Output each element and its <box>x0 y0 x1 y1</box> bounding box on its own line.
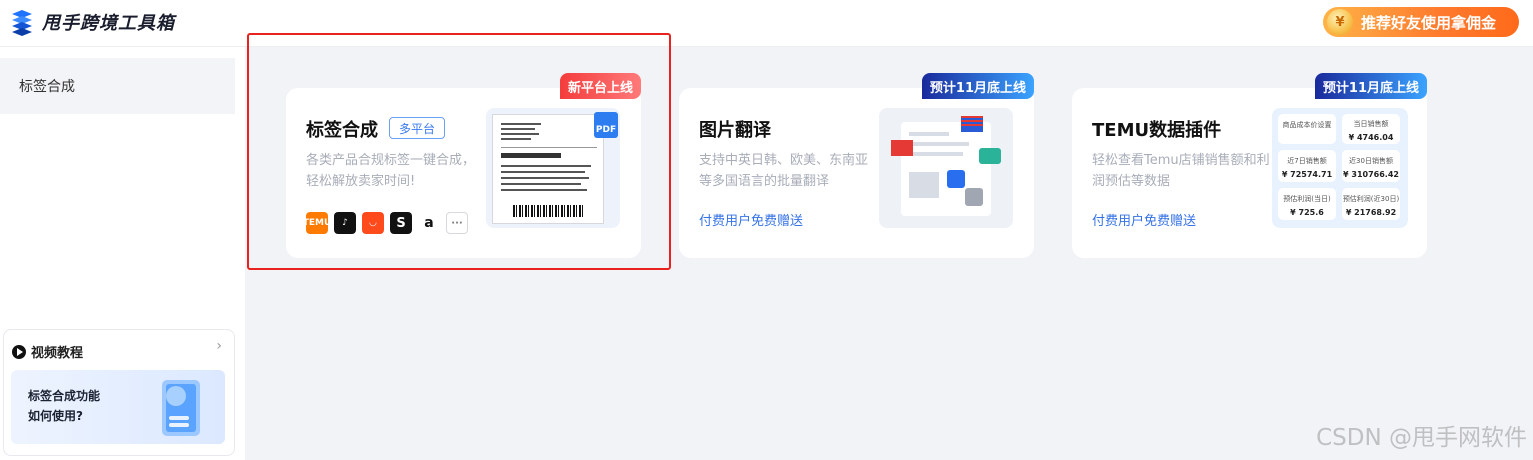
stat-cell: 商品成本价设置 <box>1278 114 1336 144</box>
sidebar-item-label: 标签合成 <box>19 79 75 95</box>
stat-label: 当日销售额 <box>1353 120 1389 128</box>
tablet-illustration-icon <box>162 380 200 436</box>
temu-stats-preview: 商品成本价设置 当日销售额 ¥ 4746.04 近7日销售额 ¥ 72574.7… <box>1272 108 1408 228</box>
tutorial-line-1: 标签合成功能 <box>28 389 101 403</box>
app-logo[interactable]: 甩手跨境工具箱 <box>8 8 175 36</box>
card-title: TEMU数据插件 <box>1092 120 1222 141</box>
stat-label: 商品成本价设置 <box>1282 121 1332 129</box>
stat-cell: 预估利润(当日) ¥ 725.6 <box>1278 188 1336 220</box>
referral-button[interactable]: ¥ 推荐好友使用拿佣金 <box>1323 7 1519 37</box>
card-description: 支持中英日韩、欧美、东南亚等多国语言的批量翻译 <box>699 153 869 189</box>
coming-soon-badge: 预计11月底上线 <box>921 73 1034 99</box>
tutorial-card-text: 标签合成功能 如何使用? <box>28 386 100 426</box>
stat-cell: 近7日销售额 ¥ 72574.71 <box>1278 150 1336 182</box>
tutorial-line-2: 如何使用? <box>28 409 83 423</box>
stat-value: ¥ 4746.04 <box>1348 133 1394 142</box>
card-description: 轻松查看Temu店铺销售额和利润预估等数据 <box>1092 153 1270 189</box>
card-image-translation[interactable]: 预计11月底上线 图片翻译 支持中英日韩、欧美、东南亚等多国语言的批量翻译 付费… <box>679 73 1034 258</box>
video-tutorial-panel[interactable]: 视频教程 › 标签合成功能 如何使用? <box>3 329 235 456</box>
logo-text: 甩手跨境工具箱 <box>42 13 175 34</box>
sidebar: 标签合成 视频教程 › 标签合成功能 如何使用? <box>0 47 245 460</box>
highlight-box <box>247 33 671 270</box>
stat-value: ¥ 72574.71 <box>1281 170 1333 179</box>
play-icon <box>12 344 26 359</box>
stat-cell: 预估利润(近30日) ¥ 21768.92 <box>1342 188 1400 220</box>
stat-label: 预估利润(近30日) <box>1342 195 1400 203</box>
coming-soon-badge: 预计11月底上线 <box>1314 73 1427 99</box>
stat-label: 近7日销售额 <box>1287 157 1327 165</box>
logo-icon <box>12 10 32 36</box>
stat-label: 近30日销售额 <box>1349 157 1393 165</box>
stat-label: 预估利润(当日) <box>1283 195 1331 203</box>
free-for-paid-link[interactable]: 付费用户免费赠送 <box>699 210 803 229</box>
translation-illustration-icon <box>891 116 1001 216</box>
tutorial-header: 视频教程 <box>12 342 83 361</box>
stat-cell: 近30日销售额 ¥ 310766.42 <box>1342 150 1400 182</box>
sidebar-item-label-synthesis[interactable]: 标签合成 <box>0 58 235 114</box>
chevron-right-icon[interactable]: › <box>216 338 222 354</box>
card-title: 图片翻译 <box>699 120 771 141</box>
card-temu-plugin[interactable]: 预计11月底上线 TEMU数据插件 轻松查看Temu店铺销售额和利润预估等数据 … <box>1072 73 1427 258</box>
tutorial-title: 视频教程 <box>31 346 84 361</box>
coin-icon: ¥ <box>1327 9 1353 35</box>
free-for-paid-link[interactable]: 付费用户免费赠送 <box>1092 210 1196 229</box>
stat-cell: 当日销售额 ¥ 4746.04 <box>1342 114 1400 144</box>
stat-value: ¥ 725.6 <box>1290 208 1324 217</box>
referral-label: 推荐好友使用拿佣金 <box>1361 13 1497 32</box>
top-bar: 甩手跨境工具箱 ¥ 推荐好友使用拿佣金 <box>0 0 1533 47</box>
stat-value: ¥ 21768.92 <box>1345 208 1397 217</box>
translation-preview-image <box>879 108 1013 228</box>
stat-value: ¥ 310766.42 <box>1343 170 1399 179</box>
watermark: CSDN @甩手网软件 <box>1316 425 1527 451</box>
tutorial-card[interactable]: 标签合成功能 如何使用? <box>11 370 225 444</box>
